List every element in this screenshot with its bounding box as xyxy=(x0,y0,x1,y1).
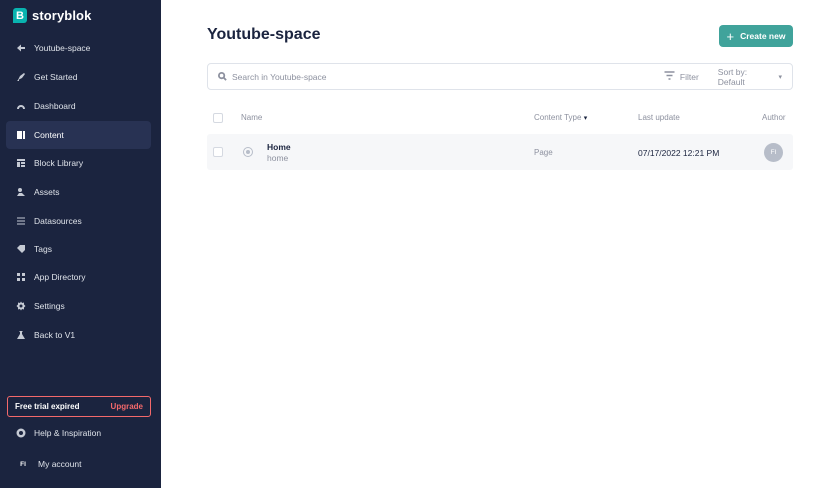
sidebar-item-label: Back to V1 xyxy=(34,330,76,340)
chevron-down-icon: ▾ xyxy=(778,73,782,81)
app-directory-icon xyxy=(16,272,26,282)
lifebuoy-icon xyxy=(16,428,26,438)
author-avatar: FI xyxy=(764,143,783,162)
trial-expired-text: Free trial expired xyxy=(15,402,80,411)
arrow-left-icon xyxy=(16,43,26,53)
filter-button[interactable]: Filter xyxy=(664,71,699,82)
main-content: Youtube-space + Create new Filter Sort b… xyxy=(161,0,840,488)
rocket-icon xyxy=(16,72,26,82)
sidebar-item-label: Datasources xyxy=(34,216,82,226)
sort-label: Sort by: Default xyxy=(717,66,748,87)
create-new-label: Create new xyxy=(740,31,786,41)
logo-text: storyblok xyxy=(32,8,92,23)
row-last-update: 07/17/2022 12:21 PM xyxy=(638,148,720,158)
my-account-label: My account xyxy=(38,459,82,469)
sidebar-item-label: Dashboard xyxy=(34,101,76,111)
plus-icon: + xyxy=(726,28,735,44)
sidebar-item-content[interactable]: Content xyxy=(6,121,151,149)
block-library-icon xyxy=(16,158,26,168)
search-input[interactable] xyxy=(232,71,640,82)
search-icon xyxy=(218,68,227,86)
help-inspiration-link[interactable]: Help & Inspiration xyxy=(6,419,151,447)
account-avatar: FI xyxy=(20,460,26,468)
back-to-space-label: Youtube-space xyxy=(34,43,91,53)
column-content-type[interactable]: Content Type ▾ xyxy=(534,113,587,122)
dashboard-icon xyxy=(16,101,26,111)
sidebar-item-label: App Directory xyxy=(34,272,86,282)
filter-icon xyxy=(664,71,675,82)
table-header: Name Content Type ▾ Last update Author xyxy=(207,110,793,126)
upgrade-link[interactable]: Upgrade xyxy=(111,402,143,411)
storyblok-logo[interactable]: B storyblok xyxy=(13,8,91,23)
gear-icon xyxy=(16,301,26,311)
sidebar-item-tags[interactable]: Tags xyxy=(6,235,151,263)
sidebar-item-label: Content xyxy=(34,130,64,140)
row-checkbox[interactable] xyxy=(213,147,223,157)
row-slug: home xyxy=(267,153,289,163)
datasources-icon xyxy=(16,216,26,226)
content-icon xyxy=(16,130,26,140)
assets-icon xyxy=(16,187,26,197)
flask-icon xyxy=(16,330,26,340)
table-row[interactable]: Home home Page 07/17/2022 12:21 PM FI xyxy=(207,134,793,170)
sidebar-item-block-library[interactable]: Block Library xyxy=(6,149,151,177)
free-trial-banner: Free trial expired Upgrade xyxy=(7,396,151,417)
sidebar-item-back-to-v1[interactable]: Back to V1 xyxy=(6,321,151,349)
column-content-type-label: Content Type xyxy=(534,113,582,122)
sidebar-item-datasources[interactable]: Datasources xyxy=(6,207,151,235)
sidebar-item-dashboard[interactable]: Dashboard xyxy=(6,92,151,120)
sidebar-item-settings[interactable]: Settings xyxy=(6,292,151,320)
sidebar-item-label: Settings xyxy=(34,301,65,311)
filter-label: Filter xyxy=(679,71,699,82)
sidebar: B storyblok Youtube-space Get Started Da… xyxy=(0,0,161,488)
sidebar-item-label: Block Library xyxy=(34,158,84,168)
help-label: Help & Inspiration xyxy=(34,428,102,438)
search-bar: Filter Sort by: Default ▾ xyxy=(207,63,793,90)
sidebar-item-label: Tags xyxy=(34,244,52,254)
sidebar-item-get-started[interactable]: Get Started xyxy=(6,63,151,91)
tags-icon xyxy=(16,244,26,254)
page-type-icon xyxy=(243,147,253,157)
sidebar-item-app-directory[interactable]: App Directory xyxy=(6,263,151,291)
column-last-update[interactable]: Last update xyxy=(638,113,680,122)
select-all-checkbox[interactable] xyxy=(213,113,223,123)
my-account-link[interactable]: FI My account xyxy=(6,450,151,478)
row-content-type: Page xyxy=(534,148,553,157)
sidebar-item-assets[interactable]: Assets xyxy=(6,178,151,206)
column-name[interactable]: Name xyxy=(241,113,262,122)
logo-mark-icon: B xyxy=(13,8,27,23)
column-author: Author xyxy=(762,113,786,122)
create-new-button[interactable]: + Create new xyxy=(719,25,793,47)
sidebar-item-label: Assets xyxy=(34,187,60,197)
chevron-down-icon: ▾ xyxy=(583,115,588,122)
sort-dropdown[interactable]: Sort by: Default ▾ xyxy=(718,67,782,87)
back-to-space-link[interactable]: Youtube-space xyxy=(6,34,151,62)
row-title[interactable]: Home xyxy=(267,142,291,152)
page-title: Youtube-space xyxy=(207,26,321,43)
sidebar-item-label: Get Started xyxy=(34,72,78,82)
